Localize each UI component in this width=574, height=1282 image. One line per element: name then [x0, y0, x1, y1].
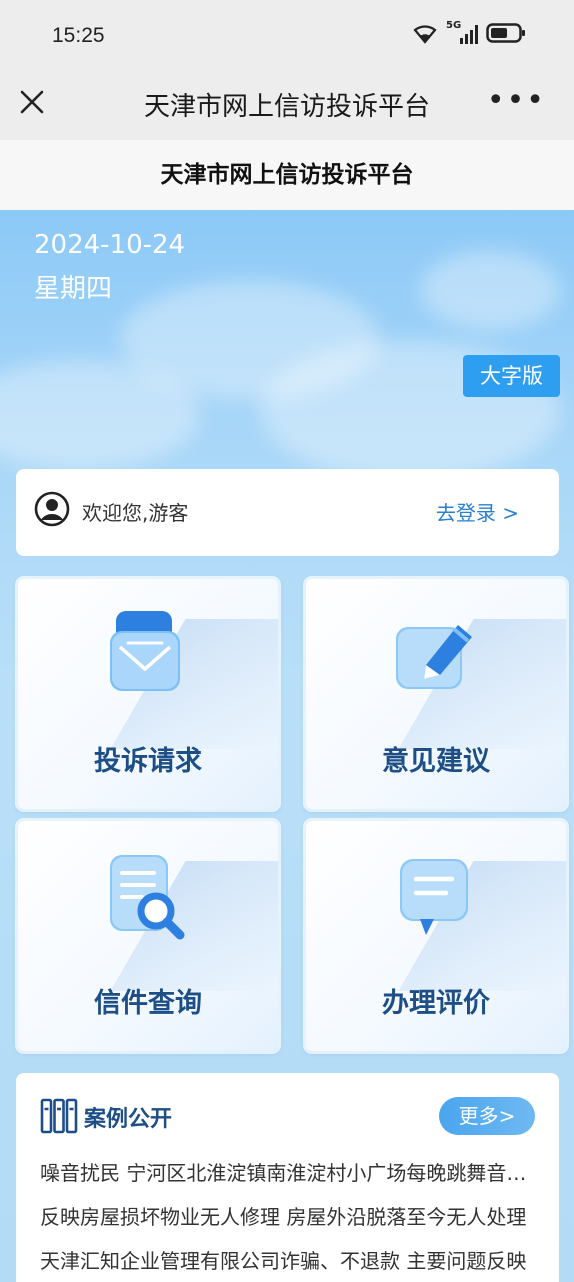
evaluation-tile[interactable]: 办理评价	[306, 821, 566, 1051]
tile-label: 信件查询	[94, 988, 202, 1019]
tile-label: 投诉请求	[94, 746, 202, 777]
current-weekday: 星期四	[34, 274, 113, 304]
status-time: 15:25	[52, 24, 105, 47]
case-list-item[interactable]: 天津汇知企业管理有限公司诈骗、不退款 主要问题反映	[40, 1245, 535, 1274]
tile-label: 意见建议	[382, 746, 490, 777]
edit-icon	[396, 625, 472, 689]
case-list-item[interactable]: 反映房屋损坏物业无人修理 房屋外沿脱落至今无人处理	[40, 1201, 535, 1230]
main-content: 2024-10-24 星期四 大字版 欢迎您,游客 去登录 > 投诉请求 意见建…	[0, 210, 574, 1282]
more-menu-icon[interactable]: •••	[487, 86, 546, 116]
page-title: 天津市网上信访投诉平台	[0, 140, 574, 210]
current-date: 2024-10-24	[34, 230, 186, 260]
document-search-icon	[110, 855, 185, 940]
welcome-card: 欢迎您,游客 去登录 >	[16, 469, 559, 556]
case-list-item[interactable]: 噪音扰民 宁河区北淮淀镇南淮淀村小广场每晚跳舞音响声音过大	[40, 1157, 535, 1186]
battery-icon	[486, 23, 525, 43]
letter-query-tile[interactable]: 信件查询	[18, 821, 278, 1051]
suggestion-tile[interactable]: 意见建议	[306, 579, 566, 809]
case-list-icon	[40, 1098, 78, 1134]
case-disclosure-card: 案例公开 更多> 噪音扰民 宁河区北淮淀镇南淮淀村小广场每晚跳舞音响声音过大 反…	[16, 1073, 559, 1282]
envelope-icon	[110, 611, 180, 691]
complaint-request-tile[interactable]: 投诉请求	[18, 579, 278, 809]
login-link[interactable]: 去登录 >	[436, 497, 519, 526]
welcome-text: 欢迎您,游客	[82, 501, 189, 525]
signal-icon: 5G	[446, 20, 478, 44]
status-icons: 5G	[412, 20, 526, 44]
large-font-button[interactable]: 大字版	[463, 355, 560, 397]
tile-label: 办理评价	[382, 988, 490, 1019]
status-bar: 15:25 5G	[0, 0, 574, 70]
user-avatar-icon	[34, 491, 70, 527]
cases-title: 案例公开	[84, 1107, 173, 1132]
comment-icon	[400, 859, 468, 935]
nav-bar: 天津市网上信访投诉平台 •••	[0, 70, 574, 140]
more-cases-button[interactable]: 更多>	[439, 1097, 535, 1135]
wifi-icon	[413, 25, 437, 44]
network-type: 5G	[446, 20, 462, 31]
